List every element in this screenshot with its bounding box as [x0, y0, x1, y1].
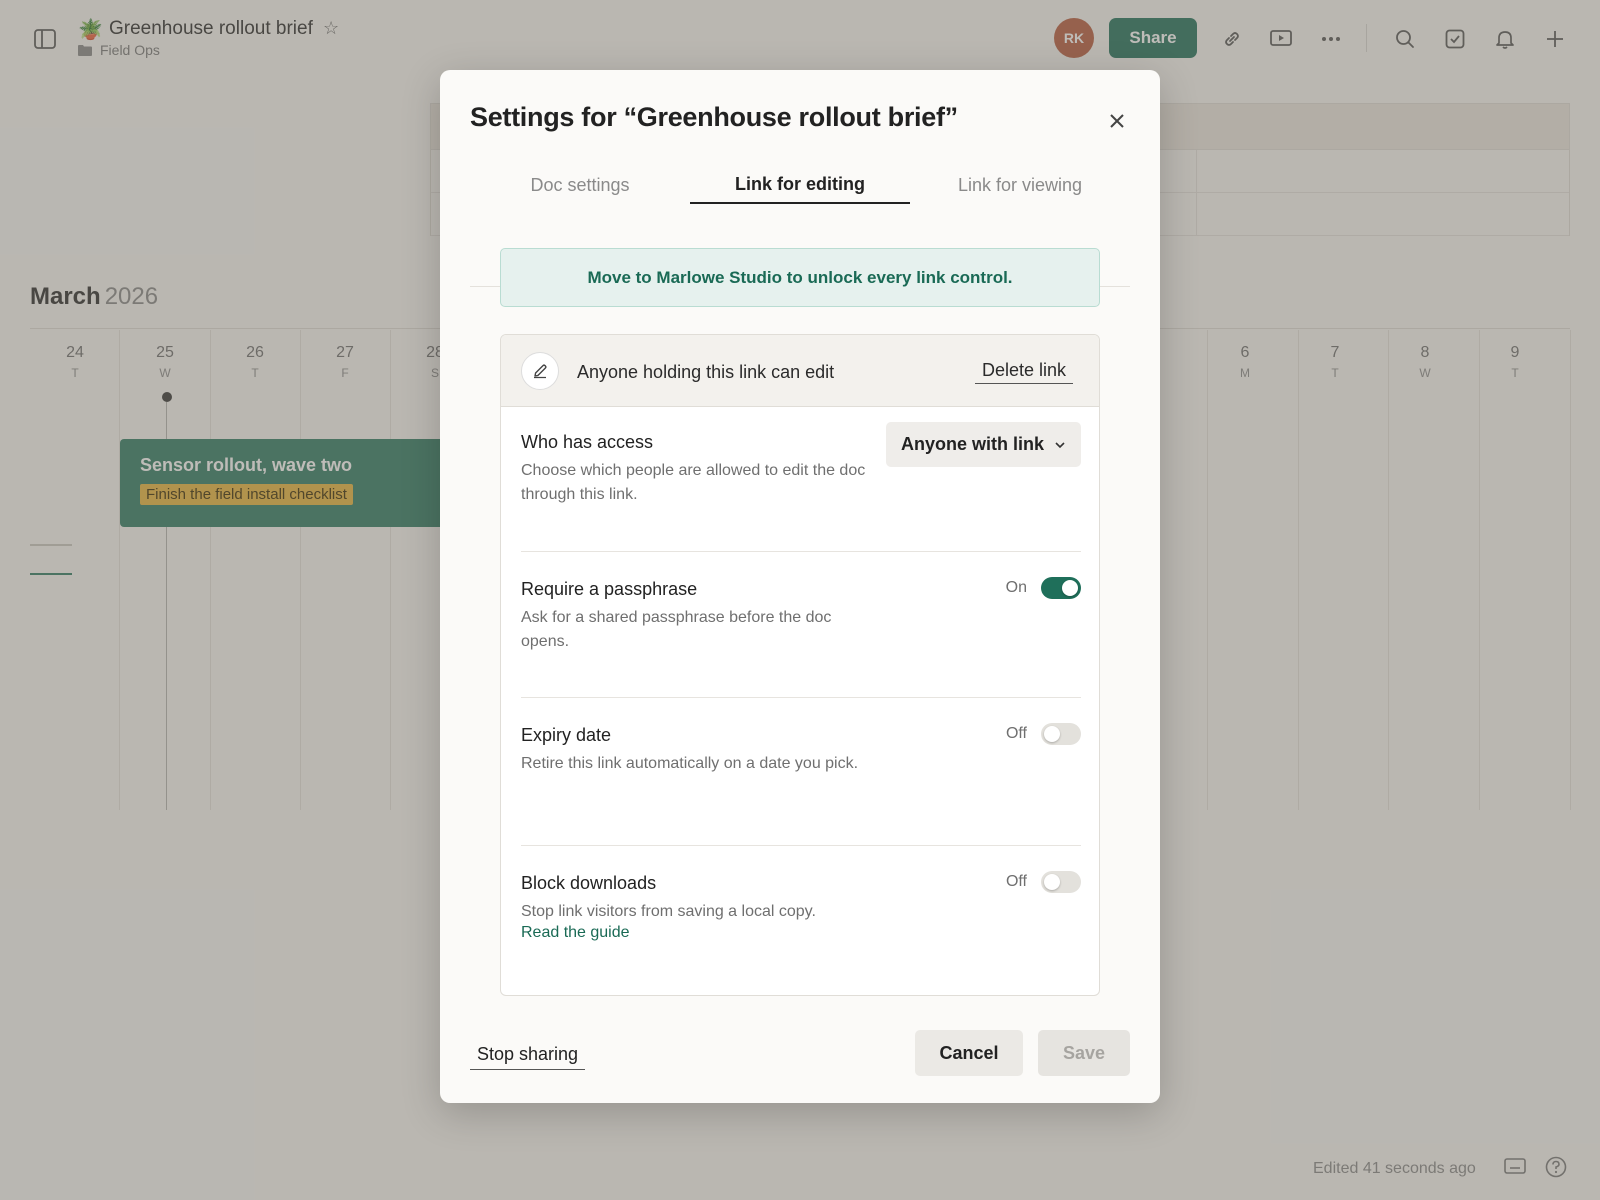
expiry-desc: Retire this link automatically on a date… [521, 755, 859, 772]
passphrase-label: Require a passphrase [521, 579, 698, 599]
chevron-down-icon [1055, 441, 1065, 448]
downloads-state: Off [1005, 873, 1027, 890]
passphrase-state: On [1005, 579, 1027, 596]
access-select[interactable]: Anyone with link [886, 422, 1081, 467]
downloads-toggle-group: Off [1006, 871, 1081, 893]
downloads-toggle[interactable] [1041, 871, 1081, 893]
setting-access: Who has access Choose which people are a… [521, 422, 1081, 507]
tab-link-for-editing[interactable]: Link for editing [690, 166, 910, 204]
setting-expiry: Expiry date Retire this link automatical… [521, 723, 1081, 776]
toggle-knob [1044, 874, 1060, 890]
setting-divider [521, 845, 1081, 846]
upgrade-banner[interactable]: Move to Marlowe Studio to unlock every l… [500, 248, 1100, 307]
setting-passphrase: Require a passphrase Ask for a shared pa… [521, 577, 1081, 654]
link-permission-text: Anyone holding this link can edit [577, 362, 835, 382]
passphrase-toggle-group: On [1006, 577, 1081, 599]
passphrase-desc: Ask for a shared passphrase before the d… [521, 609, 832, 650]
toggle-knob [1062, 580, 1078, 596]
setting-divider [521, 551, 1081, 552]
expiry-toggle[interactable] [1041, 723, 1081, 745]
stop-sharing-button[interactable]: Stop sharing [470, 1044, 586, 1070]
link-card-header: Anyone holding this link can edit Delete… [501, 335, 1099, 407]
expiry-state: Off [1005, 725, 1027, 742]
cancel-button[interactable]: Cancel [915, 1030, 1023, 1076]
tab-doc-settings[interactable]: Doc settings [470, 166, 690, 204]
settings-dialog: Settings for “Greenhouse rollout brief” … [440, 70, 1160, 1103]
link-settings-card: Anyone holding this link can edit Delete… [500, 334, 1100, 996]
delete-link-button[interactable]: Delete link [974, 360, 1073, 384]
downloads-desc: Stop link visitors from saving a local c… [521, 903, 816, 920]
pencil-icon [521, 352, 559, 390]
passphrase-toggle[interactable] [1041, 577, 1081, 599]
tab-link-for-viewing[interactable]: Link for viewing [910, 166, 1130, 204]
expiry-toggle-group: Off [1006, 723, 1081, 745]
setting-downloads: Block downloads Stop link visitors from … [521, 871, 1081, 942]
expiry-label: Expiry date [521, 725, 612, 745]
read-guide-link[interactable]: Read the guide [521, 924, 630, 942]
save-button[interactable]: Save [1038, 1030, 1130, 1076]
access-desc: Choose which people are allowed to edit … [521, 462, 866, 503]
access-selected-value: Anyone with link [900, 434, 1044, 454]
setting-divider [521, 697, 1081, 698]
downloads-label: Block downloads [521, 873, 657, 893]
toggle-knob [1044, 726, 1060, 742]
